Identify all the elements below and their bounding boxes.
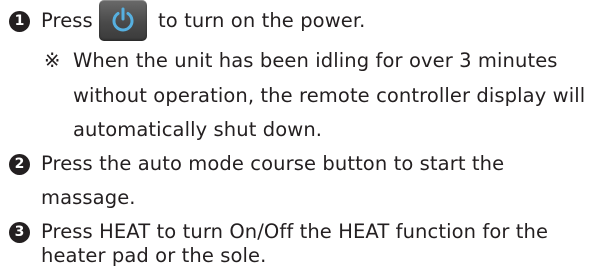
power-icon bbox=[112, 7, 134, 32]
step-1-press-text: Press bbox=[41, 9, 93, 32]
step-2-line-2: massage. bbox=[41, 186, 136, 209]
step-number-3: 3 bbox=[9, 222, 30, 243]
note-line-2: without operation, the remote controller… bbox=[73, 84, 586, 107]
step-3-line-2: heater pad or the sole. bbox=[41, 244, 267, 267]
step-2-line-1: Press the auto mode course button to sta… bbox=[41, 152, 505, 175]
note-line-1: When the unit has been idling for over 3… bbox=[73, 49, 558, 72]
step-number-2: 2 bbox=[9, 154, 30, 175]
instruction-page: 1 Press to turn on the power. ※ When the… bbox=[0, 0, 604, 267]
note-mark: ※ bbox=[44, 49, 61, 72]
note-line-3: automatically shut down. bbox=[73, 118, 323, 141]
power-button-icon bbox=[99, 0, 147, 41]
step-1-instruction-text: to turn on the power. bbox=[158, 9, 366, 32]
step-number-1: 1 bbox=[9, 11, 30, 32]
